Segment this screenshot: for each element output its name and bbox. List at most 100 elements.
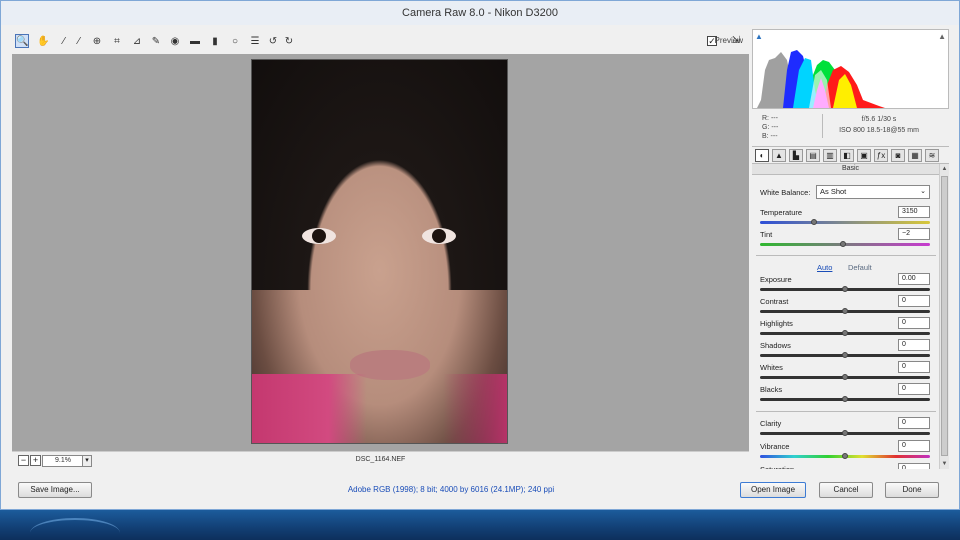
rgb-readout: R: --- G: --- B: --- (762, 114, 778, 141)
whites-slider-thumb[interactable] (842, 374, 848, 380)
hand-tool-icon[interactable]: ✋ (36, 34, 50, 48)
panel-title: Basic (752, 164, 949, 175)
color-sampler-tool-icon[interactable]: ⁄ (72, 34, 86, 48)
scroll-down-icon[interactable]: ▼ (940, 459, 949, 469)
clarity-label: Clarity (760, 419, 782, 428)
temperature-value-field[interactable]: 3150 (898, 206, 930, 218)
tint-slider-thumb[interactable] (840, 241, 847, 247)
panel-tab-1-icon[interactable]: ▲ (772, 149, 786, 162)
adjustment-brush-tool-icon[interactable]: ▬ (188, 34, 202, 48)
blue-readout: B: --- (762, 133, 778, 140)
panel-tab-2-icon[interactable]: ▙ (789, 149, 803, 162)
graduated-filter-tool-icon[interactable]: ▮ (208, 34, 222, 48)
rotate-ccw-tool-icon[interactable]: ↺ (266, 34, 280, 48)
save-image-button[interactable]: Save Image... (18, 482, 92, 498)
camera-readout: R: --- G: --- B: --- f/5.6 1/30 s ISO 80… (752, 111, 949, 141)
panel-tab-3-icon[interactable]: ▤ (806, 149, 820, 162)
scroll-up-icon[interactable]: ▲ (940, 164, 949, 174)
desktop-glow (30, 518, 120, 540)
spot-removal-tool-icon[interactable]: ✎ (149, 34, 163, 48)
scrollbar-thumb[interactable] (941, 176, 948, 456)
whites-label: Whites (760, 363, 783, 372)
open-image-button[interactable]: Open Image (740, 482, 806, 498)
temperature-label: Temperature (760, 208, 803, 217)
radial-filter-tool-icon[interactable]: ○ (228, 34, 242, 48)
exposure-info: f/5.6 1/30 s ISO 800 18.5-18@55 mm (814, 114, 944, 136)
white-balance-label: White Balance: (760, 188, 811, 197)
toolbar: ✓ Preview 🔍 ✋ ⁄ ⁄ ⊕ ⌗ ⊿ ✎ ◉ ▬ ▮ ○ ☰ ↺ ↻ (12, 32, 749, 52)
panel-divider (756, 411, 936, 412)
whites-value-field[interactable]: 0 (898, 361, 930, 373)
cancel-button[interactable]: Cancel (819, 482, 873, 498)
default-link[interactable]: Default (848, 263, 872, 272)
panel-scrollbar[interactable]: ▲ ▼ (939, 164, 949, 469)
panel-tab-6-icon[interactable]: ▣ (857, 149, 871, 162)
shadows-value-field[interactable]: 0 (898, 339, 930, 351)
highlights-slider-thumb[interactable] (842, 330, 848, 336)
blacks-slider-thumb[interactable] (842, 396, 848, 402)
camera-raw-window: Camera Raw 8.0 - Nikon D3200 ✓ Preview 🔍… (0, 0, 960, 510)
exposure-label: Exposure (760, 275, 792, 284)
tint-value-field[interactable]: −2 (898, 228, 930, 240)
basic-panel: White Balance: As Shot ⌄ Auto Default Te… (752, 175, 939, 469)
panel-tab-4-icon[interactable]: ▥ (823, 149, 837, 162)
contrast-slider-thumb[interactable] (842, 308, 848, 314)
highlights-label: Highlights (760, 319, 793, 328)
clarity-slider-thumb[interactable] (842, 430, 848, 436)
panel-tab-0-icon[interactable]: ◐ (755, 149, 769, 162)
image-preview-area[interactable] (12, 54, 749, 451)
panel-tab-7-icon[interactable]: ƒx (874, 149, 888, 162)
panel-tab-8-icon[interactable]: ◙ (891, 149, 905, 162)
shadows-label: Shadows (760, 341, 791, 350)
exposure-value-field[interactable]: 0.00 (898, 273, 930, 285)
shadow-clipping-warning-icon[interactable]: ▲ (755, 32, 763, 41)
vibrance-value-field[interactable]: 0 (898, 440, 930, 452)
panel-tab-9-icon[interactable]: ▦ (908, 149, 922, 162)
contrast-label: Contrast (760, 297, 789, 306)
red-readout: R: --- (762, 115, 778, 122)
histogram-graph (757, 50, 885, 108)
auto-link[interactable]: Auto (817, 263, 832, 272)
photo-right-eye (422, 228, 456, 244)
histogram: ▲ ▲ (752, 29, 949, 109)
crop-tool-icon[interactable]: ⌗ (110, 34, 124, 48)
panel-tab-5-icon[interactable]: ◧ (840, 149, 854, 162)
temperature-slider-track[interactable] (760, 221, 930, 224)
temperature-slider-thumb[interactable] (811, 219, 818, 225)
straighten-tool-icon[interactable]: ⊿ (130, 34, 144, 48)
blacks-label: Blacks (760, 385, 783, 394)
white-balance-tool-icon[interactable]: ⁄ (57, 34, 71, 48)
panel-tab-10-icon[interactable]: ≋ (925, 149, 939, 162)
green-readout: G: --- (762, 124, 779, 131)
done-button[interactable]: Done (885, 482, 939, 498)
clarity-value-field[interactable]: 0 (898, 417, 930, 429)
zoom-tool-icon[interactable]: 🔍 (15, 34, 29, 48)
highlights-value-field[interactable]: 0 (898, 317, 930, 329)
targeted-adjustment-tool-icon[interactable]: ⊕ (90, 34, 104, 48)
shadows-slider-thumb[interactable] (842, 352, 848, 358)
chevron-down-icon: ⌄ (920, 188, 926, 195)
exposure-slider-thumb[interactable] (842, 286, 848, 292)
saturation-value-field[interactable]: 0 (898, 463, 930, 469)
vibrance-slider-thumb[interactable] (842, 453, 848, 459)
contrast-value-field[interactable]: 0 (898, 295, 930, 307)
file-name: DSC_1164.NEF (355, 456, 406, 463)
fullscreen-toggle-icon[interactable]: ⇲ (729, 34, 743, 48)
red-eye-tool-icon[interactable]: ◉ (168, 34, 182, 48)
photo-left-eye (302, 228, 336, 244)
blacks-value-field[interactable]: 0 (898, 383, 930, 395)
rotate-cw-tool-icon[interactable]: ↻ (282, 34, 296, 48)
desktop-background (0, 510, 960, 540)
photo-shirt (252, 374, 507, 443)
window-title: Camera Raw 8.0 - Nikon D3200 (1, 1, 959, 25)
panel-divider (756, 255, 936, 256)
iso-lens: ISO 800 18.5-18@55 mm (839, 127, 919, 134)
white-balance-value: As Shot (820, 187, 847, 196)
photo-preview (251, 59, 508, 444)
highlight-clipping-warning-icon[interactable]: ▲ (938, 32, 946, 41)
dialog-footer: Save Image... Adobe RGB (1998); 8 bit; 4… (1, 475, 959, 503)
photo-hair (252, 60, 507, 290)
workflow-options-link[interactable]: Adobe RGB (1998); 8 bit; 4000 by 6016 (2… (201, 485, 701, 494)
white-balance-select[interactable]: As Shot ⌄ (816, 185, 930, 199)
preferences-tool-icon[interactable]: ☰ (248, 34, 262, 48)
